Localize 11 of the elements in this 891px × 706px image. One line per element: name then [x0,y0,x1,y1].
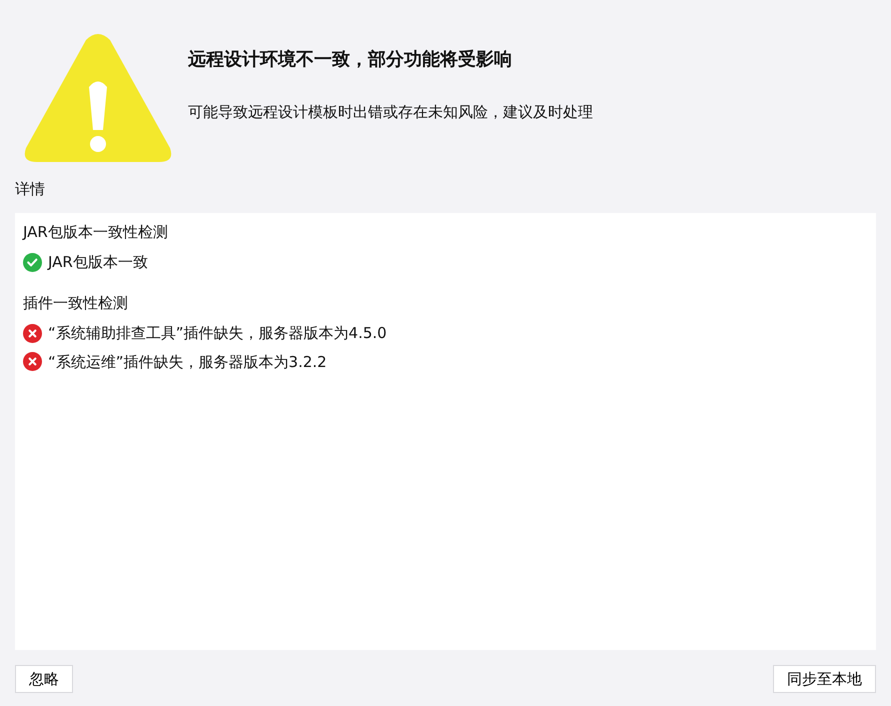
check-result: JAR包版本一致 [48,252,148,273]
ignore-button[interactable]: 忽略 [15,665,73,693]
check-result: “系统辅助排查工具”插件缺失，服务器版本为4.5.0 [48,323,387,344]
check-group-title: 插件一致性检测 [23,292,129,314]
check-result: “系统运维”插件缺失，服务器版本为3.2.2 [48,352,327,372]
details-label: 详情 [15,179,46,200]
warning-icon [23,32,173,164]
check-group-title: JAR包版本一致性检测 [23,222,169,242]
sync-button[interactable]: 同步至本地 [773,665,876,693]
warning-message: 可能导致远程设计模板时出错或存在未知风险，建议及时处理 [188,102,593,123]
dialog-title: 远程设计环境不一致，部分功能将受影响 [188,48,513,72]
